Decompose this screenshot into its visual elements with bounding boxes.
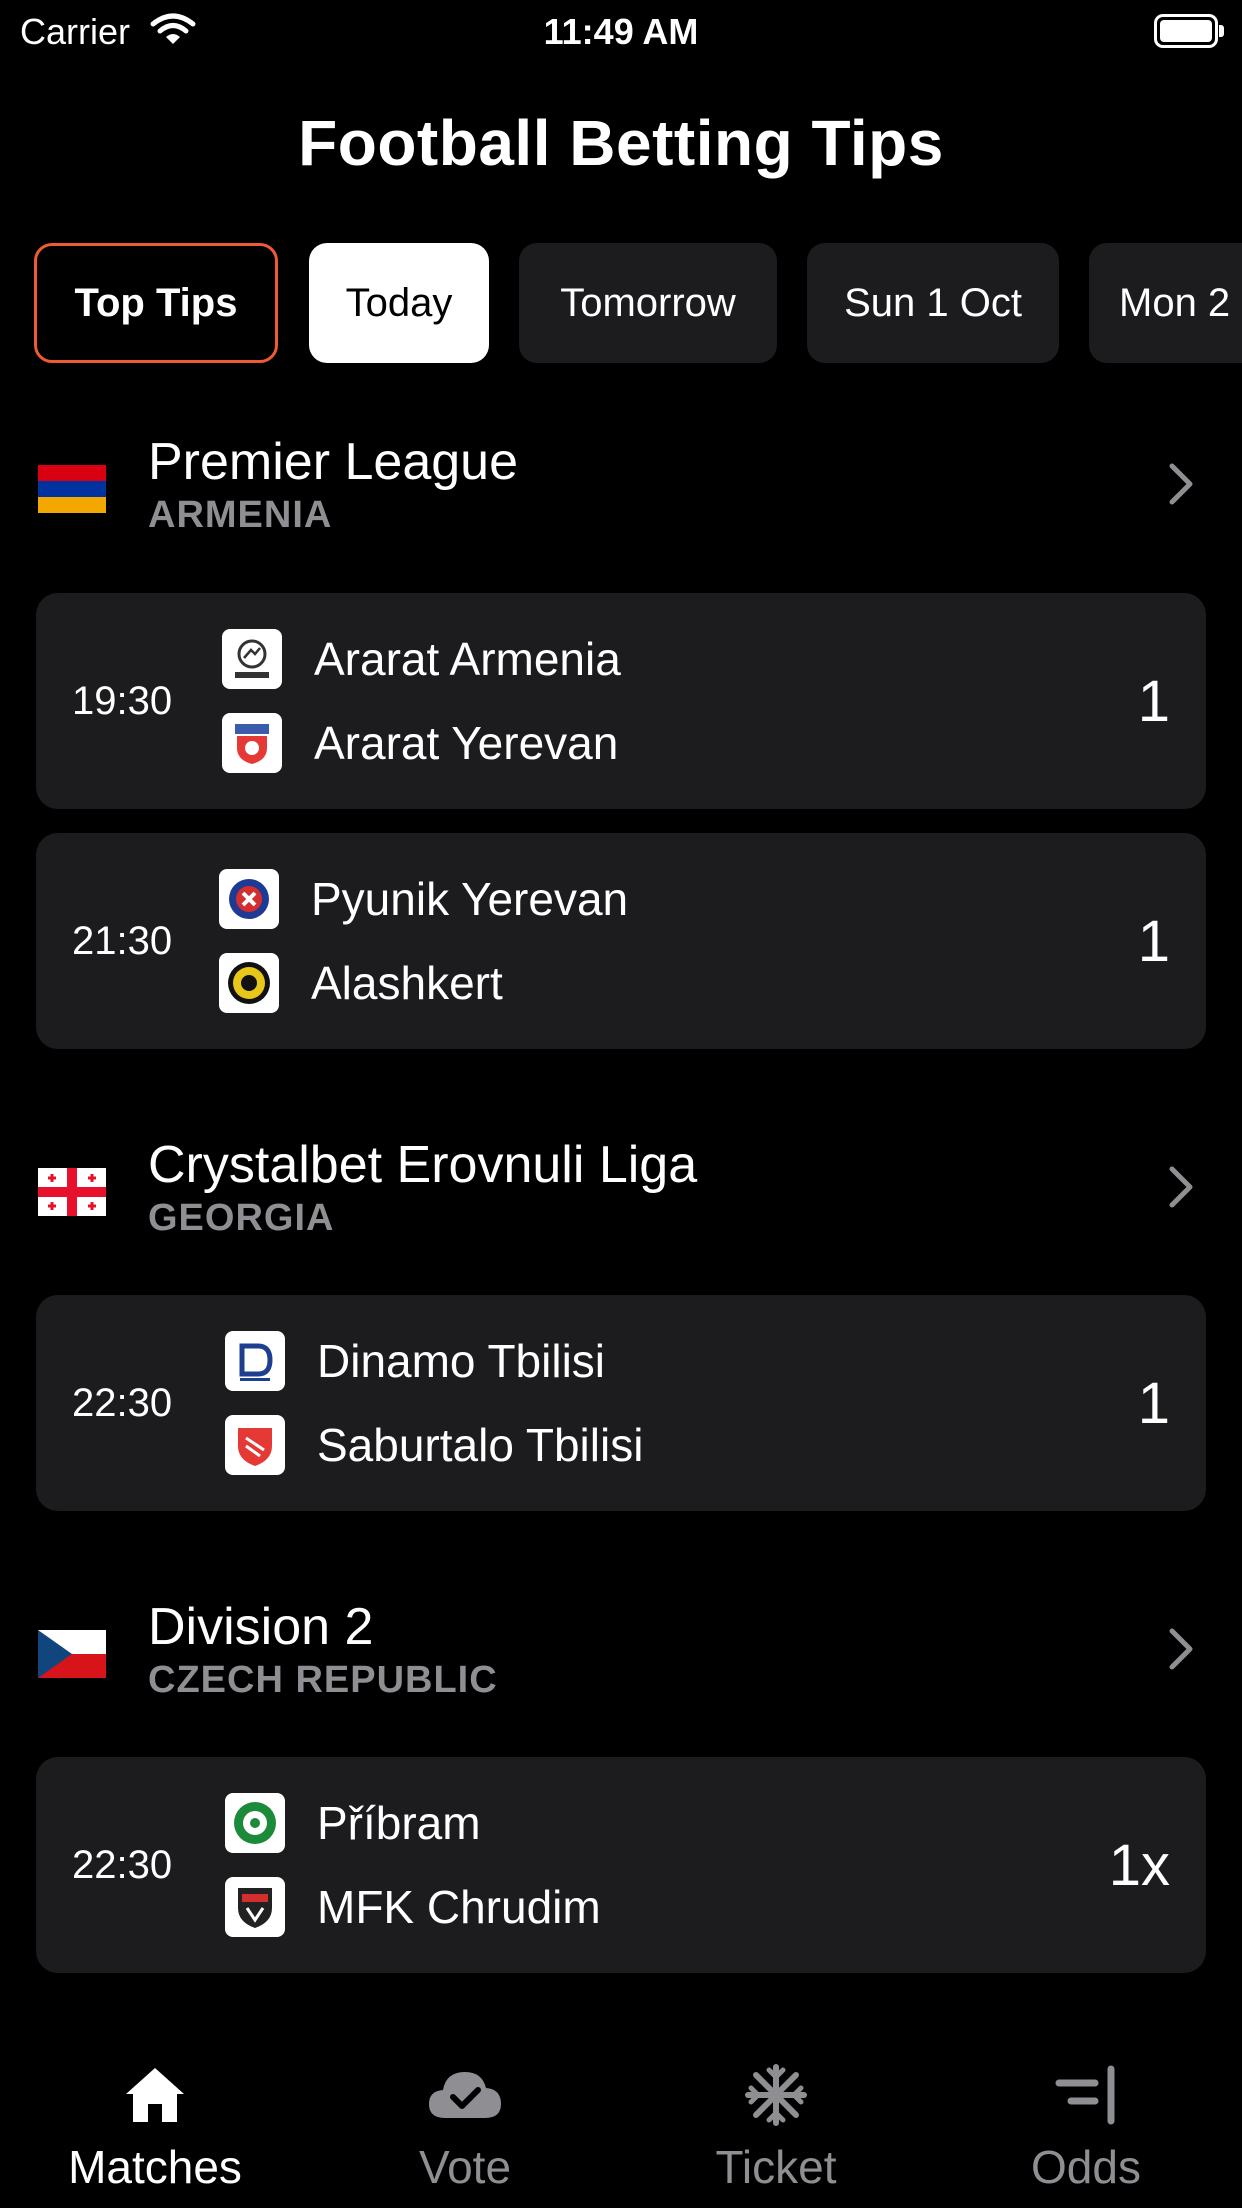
dinamo-tbilisi-logo-icon <box>225 1331 285 1391</box>
league-country: GEORGIA <box>148 1197 335 1239</box>
away-team-name: MFK Chrudim <box>317 1881 601 1933</box>
league-header-division-2[interactable]: Division 2 CZECH REPUBLIC <box>0 1597 1242 1717</box>
match-card[interactable]: 22:30 Dinamo Tbilisi Saburtalo Tbilisi 1 <box>36 1295 1206 1511</box>
away-team: Saburtalo Tbilisi <box>225 1415 643 1475</box>
home-team: Pyunik Yerevan <box>219 869 628 929</box>
georgia-flag-icon <box>38 1168 106 1216</box>
pyunik-logo-icon <box>219 869 279 929</box>
league-name: Premier League <box>148 433 518 491</box>
alashkert-logo-icon <box>219 953 279 1013</box>
away-team: Ararat Yerevan <box>222 713 618 773</box>
tip-value: 1 <box>1137 1370 1170 1436</box>
odds-icon <box>931 2060 1241 2130</box>
match-card[interactable]: 21:30 Pyunik Yerevan Alashkert 1 <box>36 833 1206 1049</box>
saburtalo-logo-icon <box>225 1415 285 1475</box>
home-team-name: Pyunik Yerevan <box>311 873 629 925</box>
screen: Carrier 11:49 AM Football Betting Tips T… <box>0 0 1242 2208</box>
nav-vote[interactable]: Vote <box>310 2040 620 2208</box>
home-icon <box>0 2060 310 2130</box>
match-time: 21:30 <box>72 918 173 963</box>
tab-top-tips[interactable]: Top Tips <box>34 243 278 363</box>
date-tabs: Top Tips Today Tomorrow Sun 1 Oct Mon 2 <box>0 243 1242 363</box>
chevron-right-icon <box>1168 1165 1194 1214</box>
cloud-check-icon <box>310 2060 620 2130</box>
nav-label: Matches <box>68 2141 242 2193</box>
battery-icon <box>1154 14 1224 48</box>
nav-label: Vote <box>418 2141 512 2193</box>
match-card[interactable]: 22:30 Příbram MFK Chrudim 1x <box>36 1757 1206 1973</box>
pribram-logo-icon <box>225 1793 285 1853</box>
away-team-name: Ararat Yerevan <box>314 717 619 769</box>
league-name: Division 2 <box>148 1598 374 1656</box>
league-header-erovnuli-liga[interactable]: Crystalbet Erovnuli Liga GEORGIA <box>0 1135 1242 1255</box>
home-team: Ararat Armenia <box>222 629 621 689</box>
league-header-premier-league[interactable]: Premier League ARMENIA <box>0 432 1242 552</box>
tip-value: 1 <box>1137 668 1170 734</box>
league-country: CZECH REPUBLIC <box>148 1659 498 1701</box>
match-time: 19:30 <box>72 678 173 723</box>
chevron-right-icon <box>1168 1627 1194 1676</box>
nav-label: Odds <box>1031 2141 1141 2193</box>
armenia-flag-icon <box>38 465 106 513</box>
chevron-right-icon <box>1168 462 1194 511</box>
away-team-name: Saburtalo Tbilisi <box>317 1419 644 1471</box>
tab-tomorrow[interactable]: Tomorrow <box>519 243 777 363</box>
league-country: ARMENIA <box>148 494 333 536</box>
nav-odds[interactable]: Odds <box>931 2040 1241 2208</box>
ararat-yerevan-logo-icon <box>222 713 282 773</box>
tab-mon-2[interactable]: Mon 2 <box>1089 243 1242 363</box>
tip-value: 1 <box>1137 908 1170 974</box>
nav-matches[interactable]: Matches <box>0 2040 310 2208</box>
ararat-armenia-logo-icon <box>222 629 282 689</box>
home-team-name: Ararat Armenia <box>314 633 621 685</box>
match-time: 22:30 <box>72 1380 173 1425</box>
mfk-chrudim-logo-icon <box>225 1877 285 1937</box>
status-time: 11:49 AM <box>543 11 699 52</box>
snowflake-icon <box>621 2060 931 2130</box>
tip-value: 1x <box>1108 1832 1170 1898</box>
home-team-name: Dinamo Tbilisi <box>317 1335 606 1387</box>
bottom-tab-bar: Matches Vote Ticket Odds <box>0 2040 1242 2208</box>
nav-ticket[interactable]: Ticket <box>621 2040 931 2208</box>
page-title: Football Betting Tips <box>298 107 944 179</box>
away-team: Alashkert <box>219 953 503 1013</box>
nav-label: Ticket <box>715 2141 837 2193</box>
league-name: Crystalbet Erovnuli Liga <box>148 1136 698 1194</box>
match-card[interactable]: 19:30 Ararat Armenia Ararat Yerevan 1 <box>36 593 1206 809</box>
home-team: Dinamo Tbilisi <box>225 1331 605 1391</box>
tab-sun-1-oct[interactable]: Sun 1 Oct <box>807 243 1059 363</box>
status-bar: Carrier 11:49 AM <box>0 0 1242 62</box>
home-team: Příbram <box>225 1793 481 1853</box>
match-time: 22:30 <box>72 1842 173 1887</box>
home-team-name: Příbram <box>317 1797 481 1849</box>
away-team-name: Alashkert <box>311 957 503 1009</box>
away-team: MFK Chrudim <box>225 1877 601 1937</box>
tab-today[interactable]: Today <box>309 243 489 363</box>
czech-flag-icon <box>38 1630 106 1678</box>
